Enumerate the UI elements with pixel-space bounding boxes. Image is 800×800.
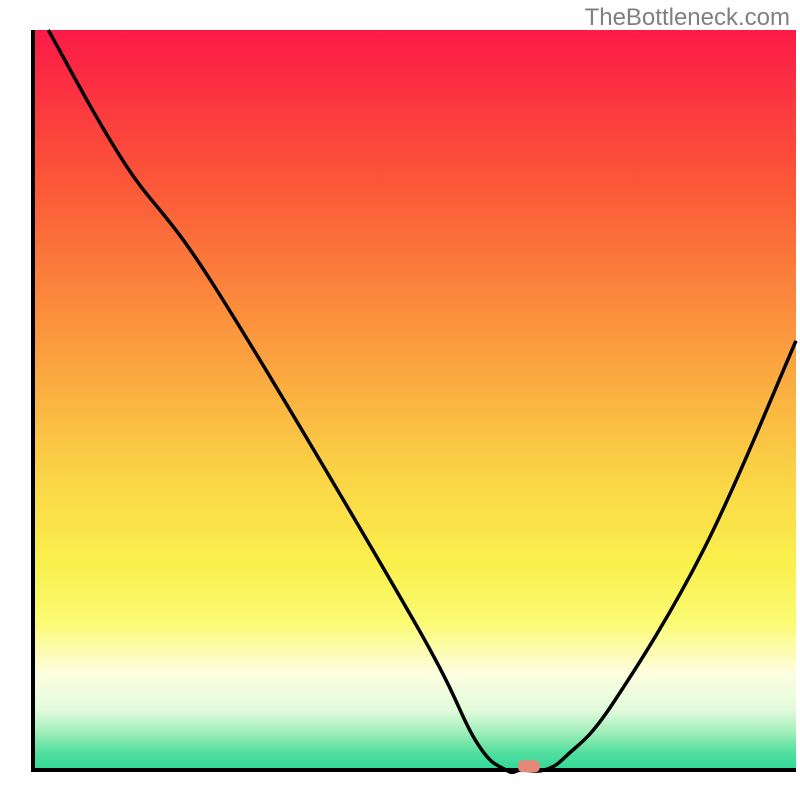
chart-svg: [0, 0, 800, 800]
watermark-text: TheBottleneck.com: [585, 4, 790, 32]
chart-background: [33, 30, 796, 770]
optimal-marker: [518, 760, 540, 772]
bottleneck-chart: TheBottleneck.com: [0, 0, 800, 800]
